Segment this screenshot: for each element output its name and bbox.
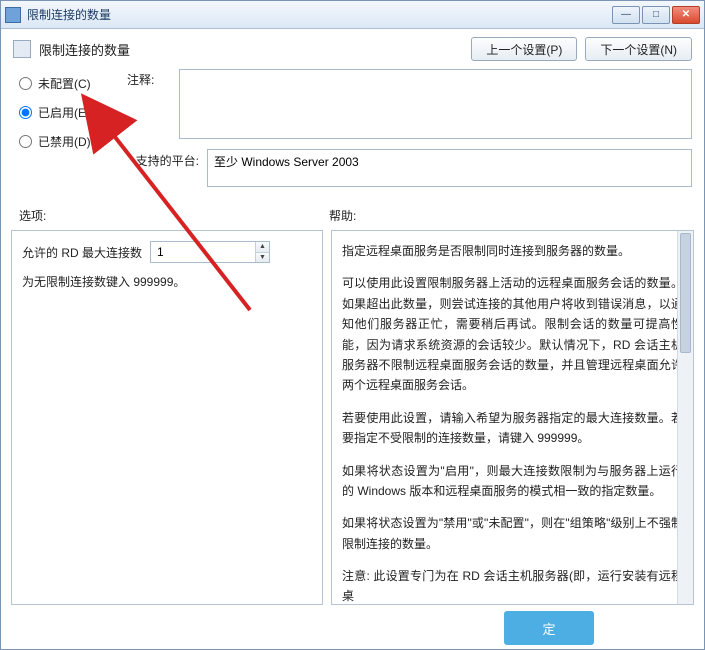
options-pane: 允许的 RD 最大连接数 ▲ ▼ 为无限制连接数键入 999999。: [11, 230, 323, 605]
max-conn-label: 允许的 RD 最大连接数: [22, 244, 142, 261]
help-p3: 若要使用此设置，请输入希望为服务器指定的最大连接数量。若要指定不受限制的连接数量…: [342, 408, 683, 449]
prev-setting-button[interactable]: 上一个设置(P): [471, 37, 577, 61]
comment-textarea[interactable]: [179, 69, 692, 139]
window-controls: — □ ✕: [610, 6, 700, 24]
policy-editor-window: 限制连接的数量 — □ ✕ 限制连接的数量 上一个设置(P) 下一个设置(N) …: [0, 0, 705, 650]
window-title: 限制连接的数量: [27, 6, 610, 23]
policy-icon: [13, 40, 31, 58]
max-conn-input[interactable]: [151, 242, 255, 262]
policy-title: 限制连接的数量: [39, 40, 463, 59]
right-column: 注释: 支持的平台: 至少 Windows Server 2003: [127, 69, 692, 187]
help-p2: 可以使用此设置限制服务器上活动的远程桌面服务会话的数量。如果超出此数量，则尝试连…: [342, 273, 683, 395]
help-section-label: 帮助:: [329, 207, 356, 224]
platform-row: 支持的平台: 至少 Windows Server 2003: [127, 149, 692, 187]
radio-not-configured[interactable]: 未配置(C): [19, 75, 127, 92]
panes: 允许的 RD 最大连接数 ▲ ▼ 为无限制连接数键入 999999。 指定远程桌…: [1, 230, 704, 605]
comment-label: 注释:: [127, 69, 171, 88]
max-conn-spinner[interactable]: ▲ ▼: [150, 241, 270, 263]
titlebar: 限制连接的数量 — □ ✕: [1, 1, 704, 29]
help-p4: 如果将状态设置为"启用"，则最大连接数限制为与服务器上运行的 Windows 版…: [342, 461, 683, 502]
config-row: 未配置(C) 已启用(E) 已禁用(D) 注释: 支持的平台: 至少 Windo…: [1, 65, 704, 189]
radio-disabled-input[interactable]: [19, 135, 32, 148]
radio-not-configured-label: 未配置(C): [38, 75, 91, 92]
unlimited-note: 为无限制连接数键入 999999。: [22, 273, 312, 290]
help-p1: 指定远程桌面服务是否限制同时连接到服务器的数量。: [342, 241, 683, 261]
state-radios: 未配置(C) 已启用(E) 已禁用(D): [19, 69, 127, 187]
radio-not-configured-input[interactable]: [19, 77, 32, 90]
radio-disabled[interactable]: 已禁用(D): [19, 133, 127, 150]
radio-disabled-label: 已禁用(D): [38, 133, 91, 150]
spinner-buttons: ▲ ▼: [255, 242, 269, 262]
help-scrollbar[interactable]: [677, 231, 693, 604]
watermark-badge: 定: [504, 611, 594, 645]
comment-row: 注释:: [127, 69, 692, 139]
radio-enabled[interactable]: 已启用(E): [19, 104, 127, 121]
footer: 定: [1, 605, 704, 649]
section-labels: 选项: 帮助:: [1, 189, 704, 230]
maximize-button[interactable]: □: [642, 6, 670, 24]
platform-label: 支持的平台:: [127, 149, 199, 169]
watermark-text: 定: [542, 619, 555, 638]
header-row: 限制连接的数量 上一个设置(P) 下一个设置(N): [1, 29, 704, 65]
next-setting-button[interactable]: 下一个设置(N): [585, 37, 692, 61]
platform-value: 至少 Windows Server 2003: [207, 149, 692, 187]
help-p6: 注意: 此设置专门为在 RD 会话主机服务器(即，运行安装有远程桌: [342, 566, 683, 605]
scrollbar-thumb[interactable]: [680, 233, 691, 353]
help-pane: 指定远程桌面服务是否限制同时连接到服务器的数量。 可以使用此设置限制服务器上活动…: [331, 230, 694, 605]
help-p5: 如果将状态设置为"禁用"或"未配置"，则在"组策略"级别上不强制限制连接的数量。: [342, 513, 683, 554]
spinner-down-icon[interactable]: ▼: [256, 253, 269, 263]
close-button[interactable]: ✕: [672, 6, 700, 24]
max-conn-row: 允许的 RD 最大连接数 ▲ ▼: [22, 241, 312, 263]
window-icon: [5, 7, 21, 23]
radio-enabled-input[interactable]: [19, 106, 32, 119]
options-section-label: 选项:: [19, 207, 329, 224]
spinner-up-icon[interactable]: ▲: [256, 242, 269, 253]
radio-enabled-label: 已启用(E): [38, 104, 90, 121]
minimize-button[interactable]: —: [612, 6, 640, 24]
